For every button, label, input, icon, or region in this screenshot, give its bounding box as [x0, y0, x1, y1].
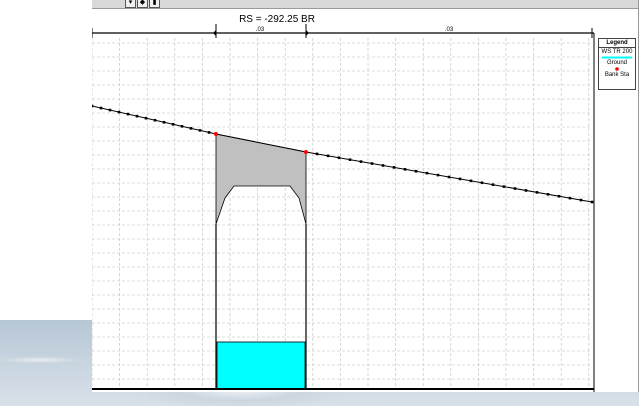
legend-ws-label: WS TR 200	[601, 49, 633, 55]
ground-point	[99, 106, 103, 110]
ground-point	[436, 173, 440, 177]
ground-point	[108, 108, 112, 112]
ground-point	[337, 156, 341, 160]
bank-station-right	[304, 150, 308, 154]
n-label-1: .03	[256, 27, 265, 33]
ground-point	[315, 152, 319, 156]
ground-point	[414, 169, 418, 173]
bank-station-left	[214, 132, 218, 136]
ground-point	[381, 164, 385, 167]
n-arrow-1	[213, 30, 216, 36]
ground-point	[425, 171, 429, 175]
ground-point	[144, 116, 148, 120]
ground-points	[92, 104, 594, 204]
ground-point	[392, 166, 396, 169]
legend: Legend WS TR 200 Ground Bank Sta	[598, 38, 636, 90]
ground-point	[198, 129, 202, 132]
ground-point	[370, 162, 374, 165]
ground-point	[126, 112, 130, 116]
bridge-deck	[215, 133, 307, 225]
legend-bank: Bank Sta	[599, 67, 635, 78]
ground-point	[326, 154, 330, 158]
water-surface	[216, 341, 306, 390]
ground-point	[171, 122, 175, 126]
ground-point	[546, 193, 550, 196]
ground-point	[502, 185, 506, 188]
n-label-2: .03	[445, 27, 454, 33]
ground-point	[480, 181, 484, 185]
ground-point	[153, 118, 157, 122]
cross-section-window: ▾ ◆ ▮ RS = -292.25 BR .03 .03 Legend WS …	[92, 0, 639, 392]
ground-point	[162, 120, 166, 124]
ground-point	[447, 175, 451, 179]
legend-title: Legend	[599, 39, 635, 48]
ground-point	[180, 125, 184, 128]
ground-point	[590, 200, 594, 204]
legend-bank-label: Bank Sta	[604, 72, 630, 78]
ground-point	[579, 198, 583, 202]
ground-point	[207, 131, 211, 134]
ground-point	[92, 104, 94, 108]
ground-point	[458, 177, 462, 181]
legend-ws-swatch	[602, 56, 632, 59]
n-arrow-2	[306, 30, 309, 36]
ground-point	[403, 168, 407, 171]
ground-point	[524, 189, 528, 192]
ground-point	[359, 160, 363, 163]
ground-point	[469, 179, 473, 183]
ground-point	[348, 158, 352, 161]
ground-point	[535, 191, 539, 194]
ground-point	[513, 187, 517, 190]
ground-point	[557, 194, 561, 198]
ground-point	[117, 110, 121, 114]
ground-point	[135, 114, 139, 118]
legend-ws: WS TR 200	[599, 49, 635, 59]
legend-bank-swatch	[615, 67, 619, 71]
legend-ground-label: Ground	[606, 60, 627, 66]
ground-point	[189, 127, 193, 130]
cross-section-plot: .03 .03	[92, 24, 595, 392]
grid	[92, 38, 592, 389]
legend-ground: Ground	[599, 60, 635, 66]
ground-point	[568, 196, 572, 200]
ground-line	[92, 105, 593, 203]
ground-point	[491, 183, 495, 186]
